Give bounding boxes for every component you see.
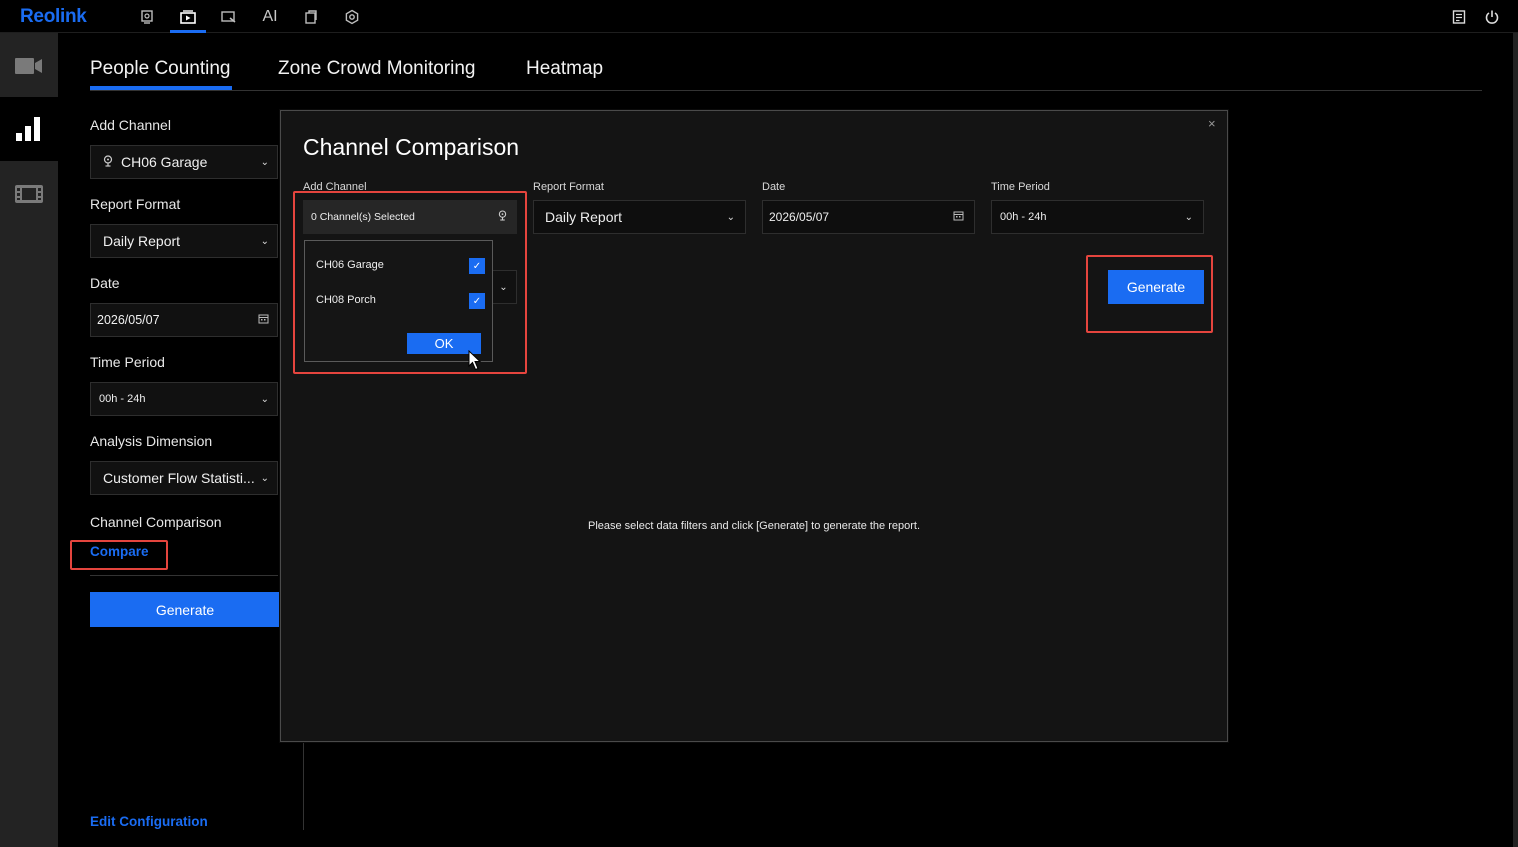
tab-zone-crowd-monitoring[interactable]: Zone Crowd Monitoring [278, 58, 475, 80]
tab-heatmap[interactable]: Heatmap [526, 58, 603, 80]
modal-date-value: 2026/05/07 [769, 210, 830, 224]
brand-logo: Reolink [20, 6, 87, 27]
add-channel-select[interactable]: CH06 Garage ⌄ [90, 145, 278, 179]
remote-icon[interactable] [217, 6, 241, 28]
rail-item-statistics[interactable] [0, 97, 58, 161]
chevron-down-icon: ⌄ [260, 393, 269, 405]
add-channel-label: Add Channel [90, 117, 171, 133]
date-value: 2026/05/07 [97, 313, 160, 327]
active-nav-indicator [170, 30, 206, 33]
stats-icon [16, 117, 40, 141]
rail-item-playback[interactable] [0, 162, 58, 226]
analysis-dimension-select[interactable]: Customer Flow Statisti... ⌄ [90, 461, 278, 495]
modal-time-period-value: 00h - 24h [1000, 211, 1047, 223]
rail-item-live[interactable] [0, 34, 58, 98]
modal-report-format-select[interactable]: Daily Report ⌄ [533, 200, 746, 234]
modal-title: Channel Comparison [303, 134, 520, 160]
add-channel-value: CH06 Garage [121, 154, 208, 170]
channel-comparison-label: Channel Comparison [90, 514, 222, 530]
compare-highlight [70, 540, 168, 570]
chevron-down-icon: ⌄ [726, 211, 735, 223]
generate-highlight [1086, 255, 1213, 333]
filmstrip-icon [15, 185, 43, 203]
panel-divider [303, 740, 304, 830]
analysis-dimension-value: Customer Flow Statisti... [103, 470, 255, 486]
playback-icon[interactable] [176, 6, 200, 28]
calendar-icon[interactable] [953, 210, 964, 224]
chevron-down-icon: ⌄ [260, 472, 269, 484]
notes-icon[interactable] [1447, 6, 1471, 28]
generate-button[interactable]: Generate [90, 592, 280, 627]
modal-date-field[interactable]: 2026/05/07 [762, 200, 975, 234]
date-label: Date [90, 275, 120, 291]
modal-report-format-value: Daily Report [545, 209, 623, 225]
tab-people-counting[interactable]: People Counting [90, 58, 231, 80]
modal-time-period-label: Time Period [991, 181, 1050, 193]
ai-icon[interactable]: AI [258, 6, 282, 28]
monitor-icon[interactable] [135, 6, 159, 28]
report-format-select[interactable]: Daily Report ⌄ [90, 224, 278, 258]
edit-configuration-link[interactable]: Edit Configuration [90, 814, 208, 829]
file-icon[interactable] [299, 6, 323, 28]
settings-icon[interactable] [340, 6, 364, 28]
chevron-down-icon: ⌄ [260, 235, 269, 247]
camera-icon [15, 58, 42, 74]
empty-report-message: Please select data filters and click [Ge… [587, 520, 921, 532]
time-period-select[interactable]: 00h - 24h ⌄ [90, 382, 278, 416]
calendar-icon[interactable] [258, 313, 269, 327]
report-format-label: Report Format [90, 196, 181, 212]
tabs-divider [90, 90, 1482, 91]
camera-small-icon [103, 154, 113, 170]
modal-date-label: Date [762, 181, 786, 193]
date-field[interactable]: 2026/05/07 [90, 303, 278, 337]
analysis-dimension-label: Analysis Dimension [90, 433, 213, 449]
modal-report-format-label: Report Format [533, 181, 604, 193]
report-format-value: Daily Report [103, 233, 181, 249]
chevron-down-icon: ⌄ [260, 156, 269, 168]
right-edge [1513, 33, 1518, 847]
chevron-down-icon: ⌄ [1184, 211, 1193, 223]
power-icon[interactable] [1480, 6, 1504, 28]
time-period-label: Time Period [90, 354, 165, 370]
close-icon[interactable]: × [1208, 116, 1216, 131]
modal-time-period-select[interactable]: 00h - 24h ⌄ [991, 200, 1204, 234]
form-divider [90, 575, 278, 576]
channel-select-highlight [293, 191, 527, 374]
time-period-value: 00h - 24h [99, 393, 146, 405]
